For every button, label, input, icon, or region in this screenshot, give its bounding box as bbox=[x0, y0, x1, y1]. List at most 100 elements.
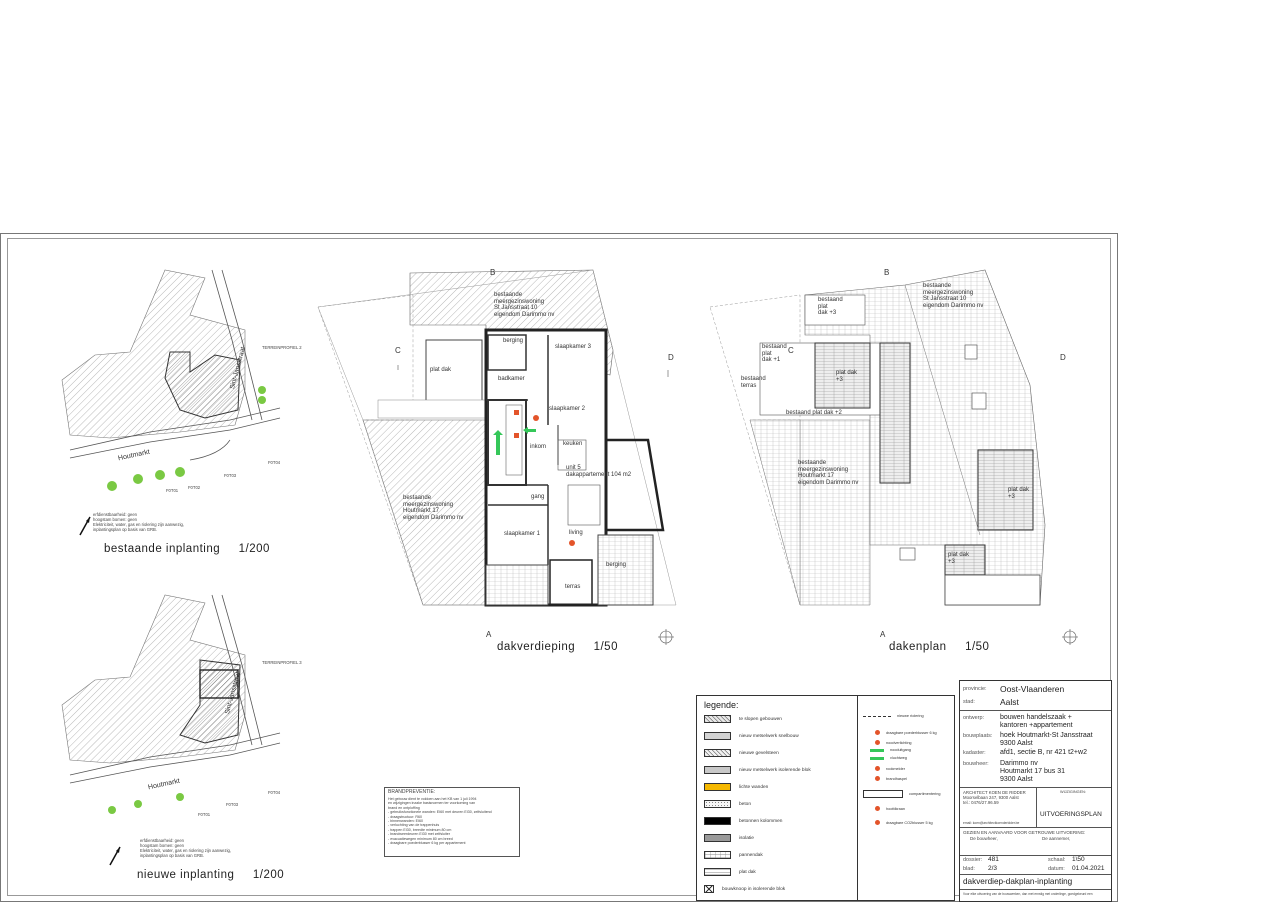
legend-symbol-item: brandhaspel bbox=[863, 776, 907, 781]
schaal-key: schaal: bbox=[1048, 857, 1066, 863]
roof-label-plat-dak-2: bestaand plat dak +2 bbox=[786, 410, 842, 416]
legend-symbol-item: nieuwe riolering bbox=[863, 714, 924, 718]
disclaimer: Voor elke uitvoering van de bouwwerken, … bbox=[963, 892, 1093, 896]
roof-section-b: B bbox=[884, 268, 890, 277]
drawing-title: dakverdiep-dakplan-inplanting bbox=[963, 877, 1073, 886]
profile-label: TERREINPROFIEL 2 bbox=[262, 345, 302, 350]
architect-email: email: koen@architectkoenderidder.be bbox=[963, 821, 1020, 825]
ontwerp-value: bouwen handelszaak + kantoren +apparteme… bbox=[1000, 714, 1073, 729]
attic-label-keuken: keuken bbox=[563, 441, 583, 447]
datum-value: 01.04.2021 bbox=[1072, 865, 1105, 872]
bouwplaats-key: bouwplaats: bbox=[963, 733, 993, 739]
blad-value: 2/3 bbox=[988, 865, 998, 872]
photo-label-4: F0T04 bbox=[268, 460, 281, 465]
north-arrow-icon bbox=[78, 515, 92, 537]
legend-item: isolatie bbox=[704, 833, 754, 843]
site-note-existing: erfdienstbaarheid: geen hoogstam bomen: … bbox=[93, 512, 185, 532]
legend-symbol-item: compartimentering bbox=[863, 790, 940, 798]
legend-swatch bbox=[704, 766, 731, 774]
section-marker-a: A bbox=[486, 630, 492, 639]
plan-type: UITVOERINGSPLAN bbox=[1040, 811, 1102, 818]
legend-symbol-item: draagbare poederblusser 6 kg bbox=[863, 730, 937, 735]
legend: legende: te slopen gebouwen nieuw metselw… bbox=[696, 695, 955, 901]
profile-label-new: TERREINPROFIEL 3 bbox=[262, 660, 302, 665]
roof-plan bbox=[709, 269, 1078, 645]
title-new-site: nieuwe inplanting 1/200 bbox=[137, 869, 285, 881]
legend-symbol-item: vluchtweg bbox=[863, 756, 907, 760]
legend-symbol-item: draagbare CO2blusser 5 kg bbox=[863, 820, 933, 825]
title-attic-floor: dakverdieping 1/50 bbox=[497, 641, 618, 653]
legend-label: pannendak bbox=[739, 852, 763, 858]
legend-swatch bbox=[704, 783, 731, 791]
roof-section-d: D bbox=[1060, 353, 1066, 362]
legend-swatch bbox=[704, 749, 731, 757]
legend-symbol-label: noodverlichting bbox=[886, 740, 912, 745]
bouwplaats-value: hoek Houtmarkt-St Jansstraat 9300 Aalst bbox=[1000, 732, 1093, 747]
north-arrow-icon bbox=[108, 845, 122, 867]
legend-label: bouwknoop in isolerende blok bbox=[722, 886, 786, 892]
legend-label: nieuwe gevelsteen bbox=[739, 750, 779, 756]
legend-symbol-label: hoofdkraan bbox=[886, 806, 905, 811]
photo-label-2: F0T02 bbox=[188, 485, 201, 490]
roof-label-plat-dak-a: plat dak +3 bbox=[836, 370, 858, 383]
legend-item: te slopen gebouwen bbox=[704, 714, 782, 724]
legend-label: betonnen kolommen bbox=[739, 818, 783, 824]
legend-label: lichte wanden bbox=[739, 784, 769, 790]
legend-swatch bbox=[704, 834, 731, 842]
roof-neighbour-top: bestaande meergezinswoning St Jansstraat… bbox=[923, 283, 984, 309]
legend-item: bouwknoop in isolerende blok bbox=[704, 884, 785, 894]
legend-swatch bbox=[704, 817, 731, 825]
legend-symbol-icon bbox=[875, 776, 880, 781]
bouwheer-sign: De bouwheer, bbox=[970, 836, 998, 841]
attic-label-slaapkamer-2: slaapkamer 2 bbox=[549, 406, 586, 412]
attic-label-terras: terras bbox=[565, 584, 581, 590]
legend-symbol-item: hoofdkraan bbox=[863, 806, 905, 811]
legend-swatch bbox=[704, 885, 714, 893]
photo-label-new-1: F0T01 bbox=[198, 812, 211, 817]
legend-item: plat dak bbox=[704, 867, 756, 877]
dossier-key: dossier: bbox=[963, 857, 983, 863]
legend-label: nieuw metselwerk snelbouw bbox=[739, 733, 799, 739]
photo-label-1: F0T01 bbox=[166, 488, 179, 493]
legend-label: plat dak bbox=[739, 869, 756, 875]
legend-symbol-icon bbox=[875, 766, 880, 771]
attic-neighbour-bottom: bestaande meergezinswoning Houtmarkt 17 … bbox=[403, 495, 464, 521]
roof-neighbour-bottom: bestaande meergezinswoning Houtmarkt 17 … bbox=[798, 460, 859, 486]
attic-label-unit: unit 5 dakappartement 104 m2 bbox=[566, 465, 632, 478]
attic-label-living: living bbox=[569, 530, 583, 536]
attic-label-inkom: inkom bbox=[530, 444, 547, 450]
architect-info: ARCHITECT KOEN DE RIDDER Moorselbaan 247… bbox=[963, 790, 1026, 805]
aannemer-sign: De aannemer, bbox=[1042, 836, 1071, 841]
attic-label-gang: gang bbox=[531, 494, 545, 500]
legend-symbol-icon bbox=[870, 748, 884, 752]
legend-item: nieuwe gevelsteen bbox=[704, 748, 779, 758]
kadaster-key: kadaster: bbox=[963, 750, 986, 756]
legend-symbol-icon bbox=[875, 820, 880, 825]
legend-symbol-icon bbox=[875, 806, 880, 811]
legend-item: lichte wanden bbox=[704, 782, 768, 792]
provincie-value: Oost-Vlaanderen bbox=[1000, 684, 1065, 694]
roof-label-plat-dak-1: bestaand plat dak +1 bbox=[762, 344, 787, 363]
photo-label-3: F0T03 bbox=[224, 473, 237, 478]
attic-label-berging-2: berging bbox=[606, 562, 627, 568]
legend-symbol-item: noodverlichting bbox=[863, 740, 912, 745]
agreement-section: GEZIEN EN AANVAARD VOOR GETROUWE UITVOER… bbox=[960, 828, 1111, 856]
section-marker-d: D bbox=[668, 353, 674, 362]
location-section: provincie: Oost-Vlaanderen stad: Aalst bbox=[960, 681, 1111, 711]
roof-section-a: A bbox=[880, 630, 886, 639]
wijzigingen-key: WIJZIGINGEN: bbox=[1060, 790, 1086, 794]
stad-key: stad: bbox=[963, 699, 975, 705]
stad-value: Aalst bbox=[1000, 697, 1019, 707]
attic-label-slaapkamer-3: slaapkamer 3 bbox=[555, 344, 592, 350]
schaal-value: 1\50 bbox=[1072, 856, 1085, 863]
legend-heading: legende: bbox=[704, 700, 739, 710]
legend-swatch bbox=[704, 851, 731, 859]
roof-label-plat-dak-3: bestaand plat dak +3 bbox=[818, 297, 843, 316]
blad-key: blad: bbox=[963, 866, 975, 872]
legend-symbol-item: rookmelder bbox=[863, 766, 905, 771]
architect-section: ARCHITECT KOEN DE RIDDER Moorselbaan 247… bbox=[960, 788, 1111, 828]
legend-item: betonnen kolommen bbox=[704, 816, 782, 826]
provincie-key: provincie: bbox=[963, 686, 987, 692]
title-existing-site: bestaande inplanting 1/200 bbox=[104, 543, 270, 555]
photo-label-new-3: F0T03 bbox=[226, 802, 239, 807]
